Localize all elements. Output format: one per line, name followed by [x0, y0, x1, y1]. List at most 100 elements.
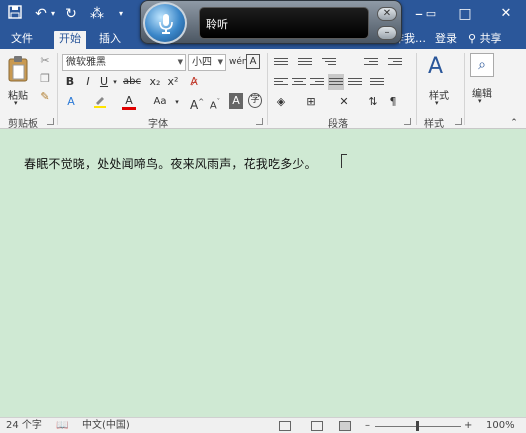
styles-launcher-icon[interactable] [455, 118, 462, 125]
signin-link[interactable]: 登录 [432, 31, 460, 49]
distributed-icon[interactable] [348, 76, 362, 88]
italic-button[interactable]: I [82, 74, 94, 90]
format-painter-icon[interactable]: ✎ [38, 89, 52, 105]
status-bar: 24 个字 📖 中文(中国) – + 100% [0, 417, 526, 433]
read-mode-icon[interactable] [279, 421, 291, 431]
superscript-button[interactable]: x² [166, 74, 180, 90]
share-button[interactable]: ⚲ 共享 [464, 30, 506, 48]
enclose-char-icon[interactable]: 字 [248, 93, 262, 108]
document-area[interactable]: 春眠不觉晓，处处闻啼鸟。夜来风雨声，花我吃多少。 [0, 130, 526, 417]
numbering-icon[interactable] [298, 56, 312, 68]
search-icon: ⌕ [470, 53, 494, 77]
tab-home[interactable]: 开始 [54, 31, 86, 49]
editing-button[interactable]: ⌕ 编辑 ▾ [468, 53, 496, 105]
divider [464, 53, 465, 125]
show-marks-icon[interactable]: ¶ [386, 94, 400, 110]
case-dropdown-icon[interactable]: ▾ [172, 94, 182, 110]
change-case-icon[interactable]: wén [229, 54, 248, 70]
paste-label: 粘贴 [8, 91, 28, 102]
decrease-indent-icon[interactable] [364, 56, 378, 68]
sort-icon[interactable]: ⇅ [366, 94, 380, 110]
tab-insert[interactable]: 插入 [94, 31, 126, 49]
paste-dropdown-icon[interactable]: ▾ [14, 99, 18, 107]
clear-formatting-icon[interactable]: A̷ [187, 74, 201, 90]
copy-icon[interactable]: ❐ [38, 71, 52, 87]
shrink-font-icon[interactable]: Aˇ [208, 94, 222, 111]
tab-file[interactable]: 文件 [6, 31, 38, 49]
divider [57, 53, 58, 125]
clipboard-launcher-icon[interactable] [47, 118, 54, 125]
shading-icon[interactable]: ◈ [274, 94, 288, 110]
grow-font-icon[interactable]: A^ [190, 94, 204, 112]
styles-label: 样式 [429, 91, 449, 102]
speech-recognition-bar[interactable]: 聆听 ✕ – [140, 0, 402, 44]
person-icon: ⚲ [468, 32, 477, 45]
underline-button[interactable]: U [98, 74, 110, 90]
zoom-level[interactable]: 100% [486, 420, 515, 432]
minimize-button[interactable]: – [402, 2, 436, 26]
microphone-icon [159, 14, 173, 34]
chevron-down-icon: ▼ [177, 58, 183, 66]
font-launcher-icon[interactable] [256, 118, 263, 125]
zoom-in-button[interactable]: + [464, 420, 472, 432]
word-count[interactable]: 24 个字 [6, 420, 42, 432]
align-left-icon[interactable] [274, 76, 288, 88]
document-text[interactable]: 春眠不觉晓，处处闻啼鸟。夜来风雨声，花我吃多少。 [24, 155, 317, 172]
speech-minimize-button[interactable]: – [377, 26, 397, 40]
ribbon: 粘贴 ▾ ✂ ❐ ✎ 剪贴板 微软雅黑 ▼ 小四 ▼ wén A B I U ▾… [0, 49, 526, 131]
multilevel-list-icon[interactable] [322, 56, 336, 68]
bullets-icon[interactable] [274, 56, 288, 68]
zoom-slider-thumb[interactable] [416, 421, 419, 431]
paragraph-mark-icon [341, 154, 347, 168]
redo-icon[interactable]: ↻ [62, 5, 80, 23]
paragraph-group-label: 段落 [328, 119, 348, 130]
save-icon[interactable] [6, 5, 24, 23]
clipboard-group-label: 剪贴板 [8, 119, 38, 130]
touch-mode-icon[interactable]: ⁂ [88, 5, 106, 23]
share-label: 共享 [479, 32, 502, 45]
editing-label: 编辑 [472, 89, 492, 100]
chinese-layout-icon[interactable]: ✕ [336, 94, 352, 110]
bold-button[interactable]: B [64, 74, 76, 90]
font-name-value: 微软雅黑 [66, 57, 106, 68]
underline-dropdown-icon[interactable]: ▾ [110, 74, 120, 90]
align-right-icon[interactable] [310, 76, 324, 88]
undo-dropdown-icon[interactable]: ▾ [44, 5, 62, 23]
paste-button[interactable]: 粘贴 ▾ [5, 55, 31, 107]
font-group-label: 字体 [148, 119, 168, 130]
collapse-ribbon-icon[interactable]: ⌃ [508, 115, 520, 131]
chevron-down-icon: ▼ [217, 58, 223, 66]
print-layout-icon[interactable] [311, 421, 323, 431]
highlight-icon[interactable] [93, 94, 107, 110]
subscript-button[interactable]: x₂ [148, 74, 162, 90]
borders-icon[interactable]: ⊞ [304, 94, 318, 110]
font-name-select[interactable]: 微软雅黑 ▼ [62, 54, 186, 71]
customize-icon[interactable]: ▾ [112, 5, 130, 23]
font-size-select[interactable]: 小四 ▼ [188, 54, 226, 71]
editing-dropdown-icon: ▾ [478, 97, 482, 105]
maximize-button[interactable]: □ [448, 2, 482, 26]
increase-indent-icon[interactable] [388, 56, 402, 68]
strikethrough-button[interactable]: abc [123, 74, 141, 90]
language-indicator[interactable]: 中文(中国) [82, 420, 130, 432]
styles-icon: A [428, 54, 444, 79]
styles-dropdown-icon: ▾ [435, 99, 439, 107]
change-case-button[interactable]: Aa [150, 94, 170, 110]
cut-icon[interactable]: ✂ [38, 53, 52, 69]
justify-icon[interactable] [328, 74, 344, 90]
speech-close-button[interactable]: ✕ [377, 7, 397, 21]
align-center-icon[interactable] [292, 76, 306, 88]
font-color-button[interactable]: A [122, 94, 136, 110]
zoom-out-button[interactable]: – [365, 420, 370, 432]
web-layout-icon[interactable] [339, 421, 351, 431]
char-shading-icon[interactable]: A [229, 93, 243, 109]
proofing-icon[interactable]: 📖 [56, 420, 68, 432]
text-effects-icon[interactable]: A [64, 94, 78, 110]
char-border-icon[interactable]: A [246, 54, 260, 69]
styles-group-label: 样式 [424, 119, 444, 130]
close-button[interactable]: ✕ [489, 2, 523, 26]
paragraph-launcher-icon[interactable] [404, 118, 411, 125]
line-spacing-icon[interactable] [370, 76, 384, 88]
styles-button[interactable]: A 样式 ▾ [424, 54, 454, 108]
microphone-button[interactable] [143, 2, 187, 44]
